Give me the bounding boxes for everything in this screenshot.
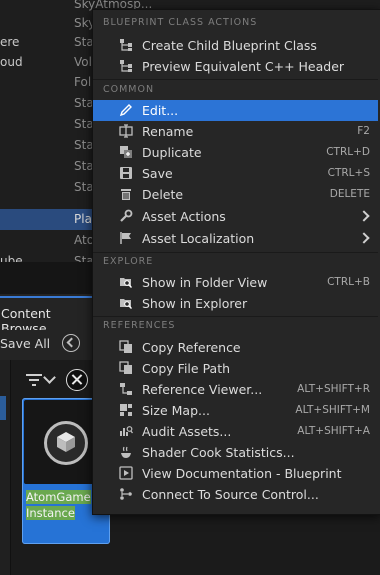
menu-item-copy-reference[interactable]: Copy Reference bbox=[93, 337, 378, 358]
separator bbox=[93, 252, 378, 253]
folder-search-icon bbox=[119, 275, 133, 289]
menu-item-show-in-explorer[interactable]: Show in Explorer bbox=[93, 293, 378, 314]
chevron-right-icon bbox=[358, 210, 370, 222]
source-control-icon bbox=[119, 487, 133, 501]
menu-item-audit-assets[interactable]: Audit Assets... ALT+SHIFT+A bbox=[93, 421, 378, 442]
separator bbox=[93, 79, 378, 80]
section-header: REFERENCES bbox=[103, 320, 176, 331]
trash-icon bbox=[119, 187, 133, 201]
context-menu: BLUEPRINT CLASS ACTIONS Create Child Blu… bbox=[92, 9, 380, 515]
menu-item-rename[interactable]: Rename F2 bbox=[93, 121, 378, 142]
menu-item-asset-actions[interactable]: Asset Actions bbox=[93, 206, 378, 227]
duplicate-icon bbox=[119, 145, 133, 159]
flag-icon bbox=[119, 231, 133, 245]
menu-item-copy-file-path[interactable]: Copy File Path bbox=[93, 358, 378, 379]
folder-search-icon bbox=[119, 296, 133, 310]
rename-icon bbox=[119, 124, 133, 138]
menu-item-save[interactable]: Save CTRL+S bbox=[93, 163, 378, 184]
menu-item-create-child-blueprint[interactable]: Create Child Blueprint Class bbox=[93, 35, 378, 56]
clear-search-icon[interactable] bbox=[66, 369, 88, 391]
wrench-icon bbox=[119, 209, 133, 223]
back-arrow-icon[interactable] bbox=[62, 334, 80, 352]
tab-content-browser[interactable]: Content Browse bbox=[0, 300, 96, 336]
copy-icon bbox=[119, 361, 133, 375]
section-header: COMMON bbox=[103, 84, 155, 95]
section-header: EXPLORE bbox=[103, 256, 154, 267]
tab-active-indicator bbox=[0, 296, 92, 298]
menu-item-connect-source-control[interactable]: Connect To Source Control... bbox=[93, 484, 378, 505]
copy-icon bbox=[119, 340, 133, 354]
menu-item-preview-cpp-header[interactable]: Preview Equivalent C++ Header bbox=[93, 56, 378, 77]
menu-item-duplicate[interactable]: Duplicate CTRL+D bbox=[93, 142, 378, 163]
menu-item-size-map[interactable]: Size Map... ALT+SHIFT+M bbox=[93, 400, 378, 421]
size-map-icon bbox=[119, 403, 133, 417]
sources-panel-strip bbox=[0, 360, 11, 575]
audit-icon bbox=[119, 424, 133, 438]
chevron-right-icon bbox=[358, 232, 370, 244]
menu-item-edit[interactable]: Edit... bbox=[93, 100, 378, 121]
menu-item-asset-localization[interactable]: Asset Localization bbox=[93, 228, 378, 249]
cube-icon bbox=[57, 432, 75, 452]
pencil-icon bbox=[119, 103, 133, 117]
section-header: BLUEPRINT CLASS ACTIONS bbox=[103, 17, 258, 28]
menu-item-delete[interactable]: Delete DELETE bbox=[93, 184, 378, 205]
save-icon bbox=[119, 166, 133, 180]
documentation-icon bbox=[119, 466, 133, 480]
hierarchy-icon bbox=[119, 38, 133, 52]
selected-folder-indicator bbox=[0, 396, 6, 420]
filter-icon[interactable] bbox=[26, 372, 42, 388]
menu-item-shader-cook-statistics[interactable]: Shader Cook Statistics... bbox=[93, 442, 378, 463]
save-all-button[interactable]: Save All bbox=[0, 336, 50, 351]
shader-icon bbox=[119, 445, 133, 459]
menu-item-view-documentation[interactable]: View Documentation - Blueprint bbox=[93, 463, 378, 484]
hierarchy-icon bbox=[119, 59, 133, 73]
separator bbox=[93, 316, 378, 317]
menu-item-show-in-folder-view[interactable]: Show in Folder View CTRL+B bbox=[93, 272, 378, 293]
reference-viewer-icon bbox=[119, 382, 133, 396]
menu-item-reference-viewer[interactable]: Reference Viewer... ALT+SHIFT+R bbox=[93, 379, 378, 400]
